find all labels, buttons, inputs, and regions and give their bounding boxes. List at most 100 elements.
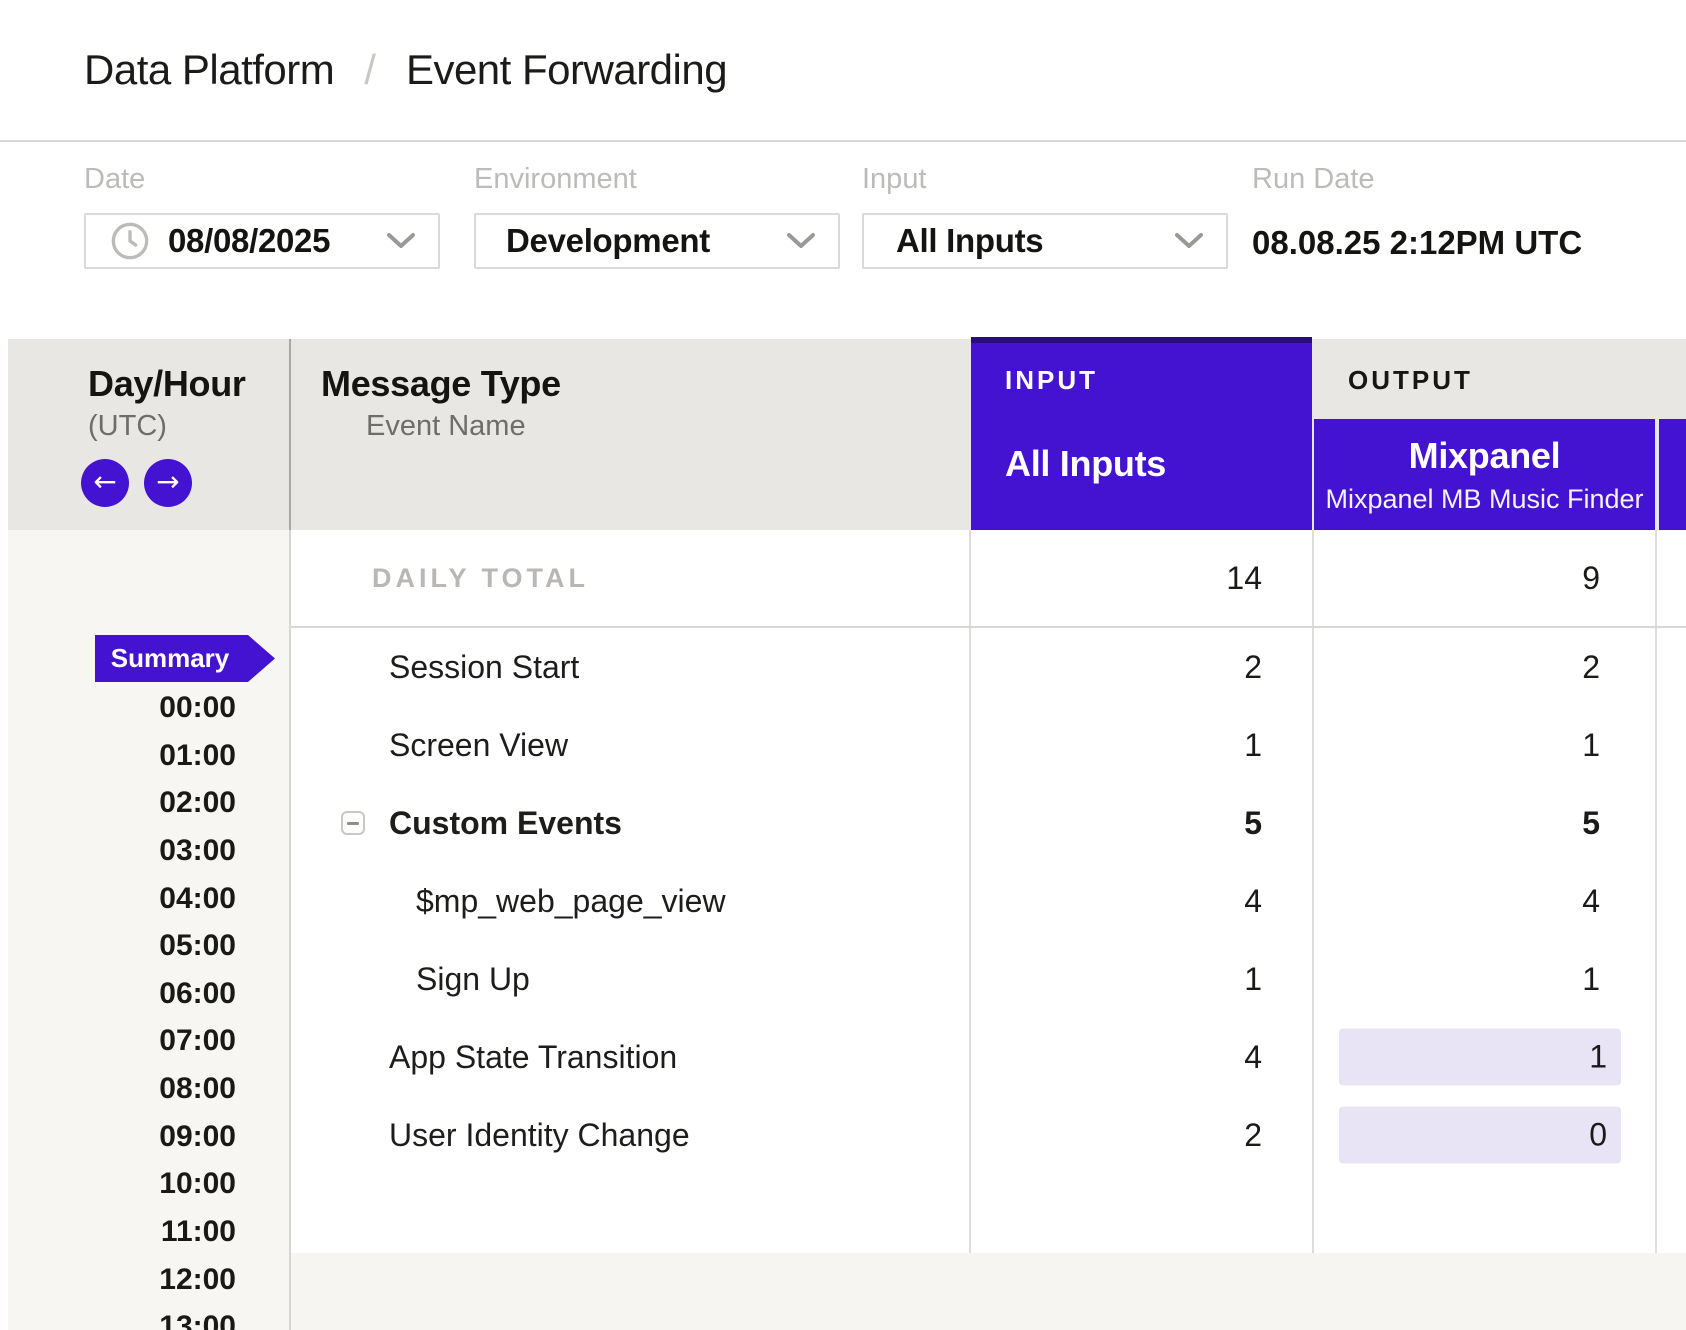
input-value: All Inputs [896, 222, 1043, 260]
hour-item[interactable]: 12:00 [8, 1256, 236, 1304]
daily-total-row: DAILY TOTAL 14 9 [290, 530, 1686, 628]
hour-item[interactable]: 02:00 [8, 779, 236, 827]
event-label-cell: Screen View [290, 706, 970, 784]
chevron-down-icon [1174, 232, 1204, 250]
chevron-down-icon [386, 232, 416, 250]
event-row: Session Start 22 [290, 628, 1686, 706]
day-nav: ← → [81, 459, 192, 507]
daily-total-output-count: 9 [1314, 530, 1656, 626]
event-row: $mp_web_page_view 44 [290, 862, 1686, 940]
daily-total-input-count: 14 [970, 530, 1314, 626]
event-name: $mp_web_page_view [416, 883, 726, 920]
column-divider [289, 339, 291, 530]
date-filter-label: Date [84, 163, 145, 196]
day-hour-header: Day/Hour [88, 363, 246, 405]
run-date-label: Run Date [1252, 163, 1375, 196]
input-count-cell: 2 [970, 628, 1314, 706]
output-count-cell: 1 [1314, 706, 1656, 784]
breadcrumb: Data Platform / Event Forwarding [84, 0, 727, 140]
event-label-cell: Sign Up [290, 940, 970, 1018]
highlighted-count-cell: 0 [1339, 1107, 1621, 1164]
highlighted-count-cell: 1 [1339, 1029, 1621, 1086]
page-title: Event Forwarding [406, 46, 727, 94]
output-count-cell: 1 [1314, 1018, 1656, 1096]
hour-item[interactable]: 00:00 [8, 684, 236, 732]
arrow-left-icon: ← [93, 468, 116, 496]
input-column-title: All Inputs [1005, 443, 1312, 485]
output-column-subtitle: Mixpanel MB Music Finder [1325, 484, 1643, 515]
environment-dropdown[interactable]: Development [474, 213, 840, 269]
environment-value: Development [506, 222, 710, 260]
hour-item[interactable]: 05:00 [8, 922, 236, 970]
hour-item[interactable]: 07:00 [8, 1017, 236, 1065]
event-row: App State Transition 41 [290, 1018, 1686, 1096]
output-section-label: OUTPUT [1348, 365, 1473, 396]
input-count-cell: 2 [970, 1096, 1314, 1174]
hour-item[interactable]: 04:00 [8, 875, 236, 923]
breadcrumb-separator: / [364, 46, 376, 94]
daily-total-label: DAILY TOTAL [372, 530, 589, 626]
input-count-cell: 4 [970, 1018, 1314, 1096]
event-label-cell: $mp_web_page_view [290, 862, 970, 940]
top-bar: Data Platform / Event Forwarding [0, 0, 1686, 142]
output-count-cell: 1 [1314, 940, 1656, 1018]
day-hour-subheader: (UTC) [88, 410, 167, 443]
event-label-cell: Custom Events [290, 784, 970, 862]
input-count-cell: 5 [970, 784, 1314, 862]
event-row: Custom Events 55 [290, 784, 1686, 862]
event-forwarding-page: Data Platform / Event Forwarding Date En… [0, 0, 1686, 1330]
summary-badge-label: Summary [111, 643, 230, 674]
hour-item[interactable]: 10:00 [8, 1160, 236, 1208]
output-column-next-partial[interactable] [1659, 419, 1686, 530]
event-label-cell: App State Transition [290, 1018, 970, 1096]
hour-item[interactable]: 09:00 [8, 1113, 236, 1161]
output-column-title: Mixpanel [1409, 435, 1561, 477]
input-section-label: INPUT [1005, 365, 1312, 396]
summary-badge[interactable]: Summary [95, 635, 275, 682]
output-count-cell: 2 [1314, 628, 1656, 706]
input-column-header[interactable]: INPUT All Inputs [971, 337, 1312, 530]
minus-icon [347, 822, 359, 825]
input-count-cell: 1 [970, 940, 1314, 1018]
event-name: Session Start [389, 649, 579, 686]
input-count-cell: 4 [970, 862, 1314, 940]
table-footer-band [290, 1253, 1686, 1330]
hour-column: Summary 00:0001:0002:0003:0004:0005:0006… [8, 530, 290, 1330]
event-rows: Session Start22Screen View11Custom Event… [290, 628, 1686, 1174]
hour-item[interactable]: 01:00 [8, 732, 236, 780]
output-count-cell: 5 [1314, 784, 1656, 862]
input-filter-label: Input [862, 163, 927, 196]
event-label-cell: Session Start [290, 628, 970, 706]
date-dropdown[interactable]: 08/08/2025 [84, 213, 440, 269]
hour-item[interactable]: 08:00 [8, 1065, 236, 1113]
event-row: Sign Up11 [290, 940, 1686, 1018]
clock-icon [110, 221, 150, 261]
hour-item[interactable]: 11:00 [8, 1208, 236, 1256]
message-type-header: Message Type [321, 363, 561, 405]
event-row: User Identity Change 20 [290, 1096, 1686, 1174]
output-column-header[interactable]: Mixpanel Mixpanel MB Music Finder [1314, 419, 1655, 530]
next-day-button[interactable]: → [144, 459, 192, 507]
event-name: User Identity Change [389, 1117, 690, 1154]
input-count-cell: 1 [970, 706, 1314, 784]
hour-item[interactable]: 03:00 [8, 827, 236, 875]
input-dropdown[interactable]: All Inputs [862, 213, 1228, 269]
event-name: Screen View [389, 727, 568, 764]
event-row: Screen View 11 [290, 706, 1686, 784]
breadcrumb-section[interactable]: Data Platform [84, 46, 334, 94]
event-label-cell: User Identity Change [290, 1096, 970, 1174]
environment-filter-label: Environment [474, 163, 637, 196]
arrow-right-icon: → [156, 468, 179, 496]
chevron-down-icon [786, 232, 816, 250]
event-name-subheader: Event Name [366, 410, 526, 443]
output-count-cell: 0 [1314, 1096, 1656, 1174]
previous-day-button[interactable]: ← [81, 459, 129, 507]
output-count-cell: 4 [1314, 862, 1656, 940]
hour-item[interactable]: 06:00 [8, 970, 236, 1018]
hour-item[interactable]: 13:00 [8, 1303, 236, 1330]
event-name: App State Transition [389, 1039, 677, 1076]
run-date-value: 08.08.25 2:12PM UTC [1252, 224, 1582, 262]
event-name: Custom Events [389, 805, 622, 842]
date-value: 08/08/2025 [168, 222, 330, 260]
collapse-toggle-icon[interactable] [341, 811, 365, 835]
